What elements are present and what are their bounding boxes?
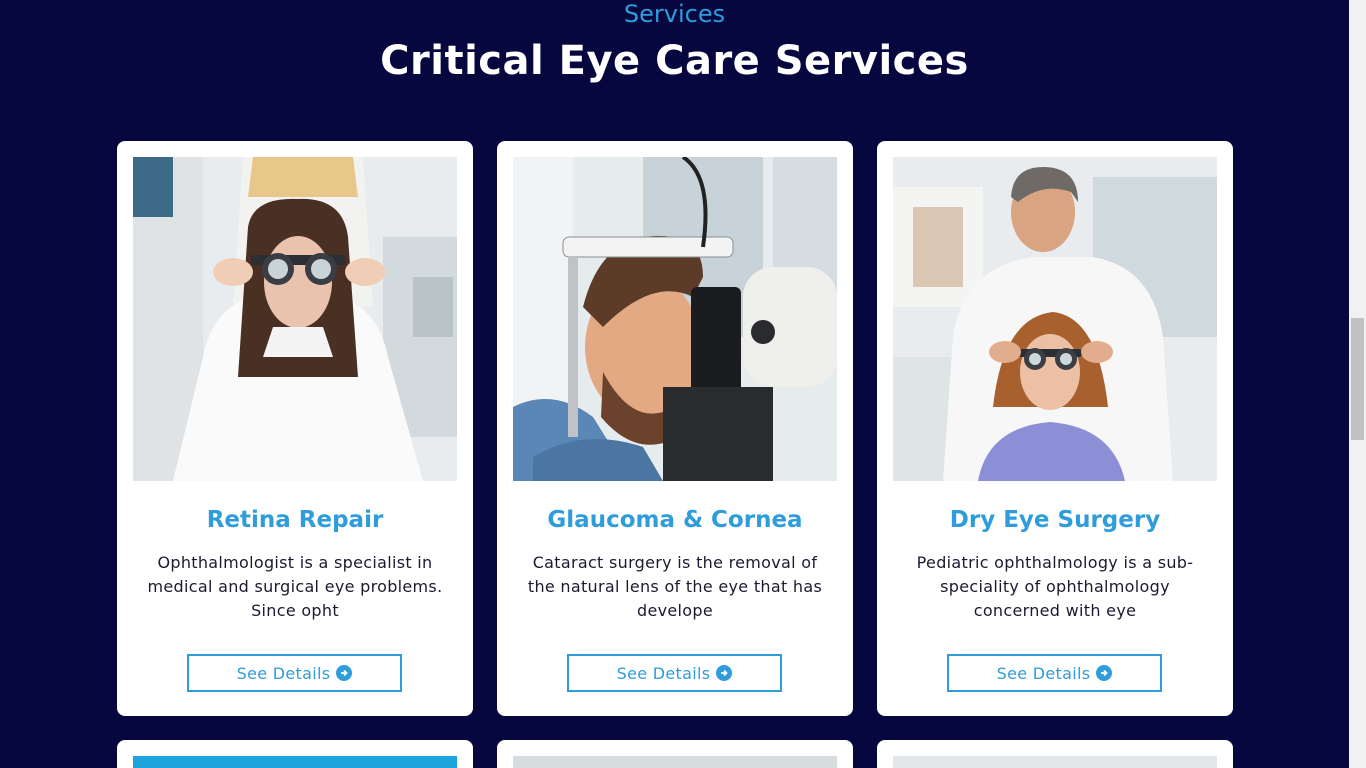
service-image (133, 157, 457, 481)
service-card-partial (877, 740, 1233, 768)
service-card-partial (497, 740, 853, 768)
see-details-button[interactable]: See Details (567, 654, 782, 692)
man-slit-lamp-photo (513, 157, 837, 481)
section-eyebrow: Services (623, 0, 726, 28)
service-image (513, 157, 837, 481)
service-card-glaucoma-cornea: Glaucoma & Cornea Cataract surgery is th… (497, 141, 853, 716)
see-details-label: See Details (616, 663, 711, 683)
woman-eye-exam-photo (133, 157, 457, 481)
service-image (893, 756, 1217, 768)
vertical-scrollbar[interactable] (1349, 0, 1366, 768)
arrow-circle-right-icon (1096, 665, 1113, 681)
service-image (133, 756, 457, 768)
service-description: Cataract surgery is the removal of the n… (527, 553, 823, 620)
scrollbar-thumb[interactable] (1351, 318, 1364, 440)
section-title: Critical Eye Care Services (380, 38, 969, 84)
see-details-button[interactable]: See Details (187, 654, 402, 692)
see-details-button[interactable]: See Details (947, 654, 1162, 692)
service-title: Retina Repair (206, 507, 384, 533)
service-title: Glaucoma & Cornea (547, 507, 803, 533)
see-details-label: See Details (236, 663, 331, 683)
service-description: Ophthalmologist is a specialist in medic… (147, 553, 443, 620)
arrow-circle-right-icon (336, 665, 353, 681)
service-title: Dry Eye Surgery (949, 507, 1161, 533)
service-card-dry-eye-surgery: Dry Eye Surgery Pediatric ophthalmology … (877, 141, 1233, 716)
service-card-retina-repair: Retina Repair Ophthalmologist is a speci… (117, 141, 473, 716)
service-image (513, 756, 837, 768)
service-card-partial (117, 740, 473, 768)
services-page: Services Critical Eye Care Services Reti… (0, 0, 1349, 768)
service-description: Pediatric ophthalmology is a sub-special… (916, 553, 1194, 620)
doctor-trial-frame-photo (893, 157, 1217, 481)
service-image (893, 157, 1217, 481)
see-details-label: See Details (996, 663, 1091, 683)
arrow-circle-right-icon (716, 665, 733, 681)
